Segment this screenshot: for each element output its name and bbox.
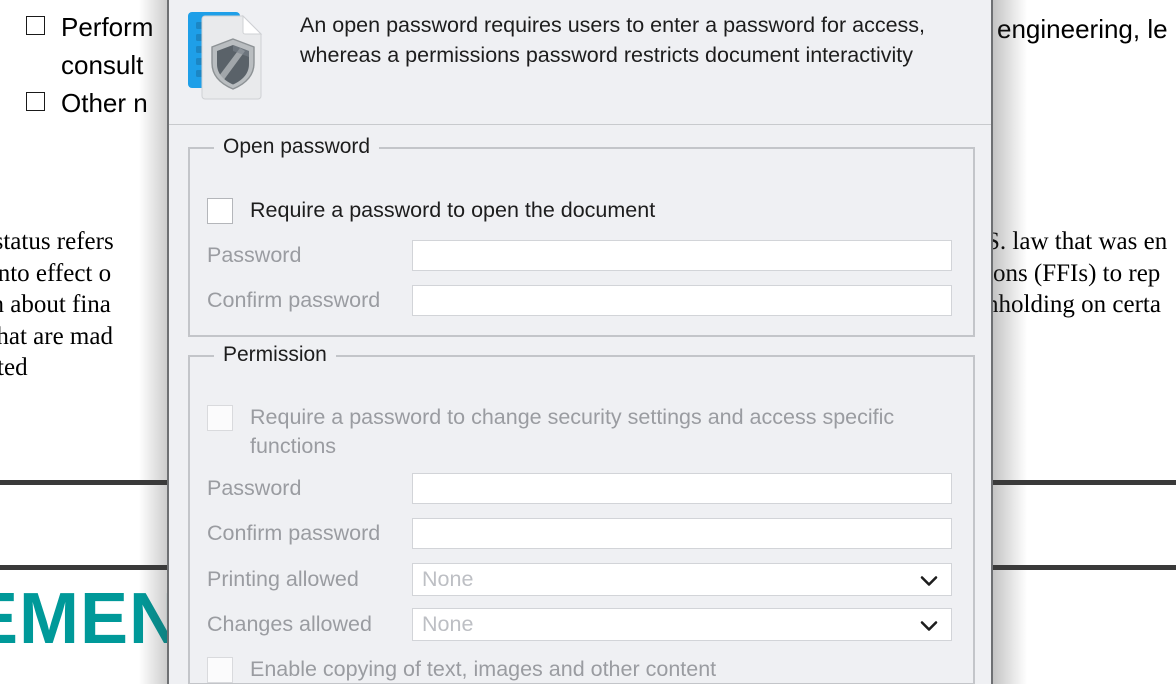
list-item-label: Perform [61,12,154,42]
permission-password-label: Password [207,476,302,500]
open-confirm-password-label: Confirm password [207,288,381,312]
dialog-description: An open password requires users to enter… [300,13,926,67]
document-line: ation about fina [0,291,111,318]
document-checkbox-icon [26,92,45,111]
document-line: nts that are mad [0,322,113,350]
printing-allowed-value: None [422,567,474,591]
document-line: ions (FFIs) to rep [986,259,1161,287]
document-line: CA status refers [0,228,114,255]
document-line: S. law that was en [986,228,1168,255]
list-item: Perform [26,8,153,46]
changes-allowed-select[interactable]: None [412,608,952,641]
screen: Perform consult Other n engineering, le … [0,0,1176,684]
document-top-right-text: engineering, le [997,14,1168,44]
siemens-logo: EMEN [0,579,183,659]
enable-copying-checkbox-row[interactable]: Enable copying of text, images and other… [207,655,907,684]
enable-copying-label: Enable copying of text, images and other… [250,657,717,681]
document-line: hholding on certa [986,291,1161,318]
open-password-input[interactable] [412,240,952,271]
require-permission-password-label: Require a password to change security se… [250,405,895,458]
open-confirm-password-input[interactable] [412,285,952,316]
printing-allowed-select[interactable]: None [412,563,952,596]
document-line: ent into effect o [0,259,112,287]
permission-confirm-password-input[interactable] [412,518,952,549]
list-item-label: consult [61,50,144,80]
document-line: stricted [0,354,28,381]
require-open-password-checkbox-row[interactable]: Require a password to open the document [207,196,937,225]
require-permission-password-checkbox[interactable] [207,405,233,431]
changes-allowed-value: None [422,612,474,636]
secure-document-shield-icon [183,6,273,104]
permission-confirm-password-label: Confirm password [207,521,381,545]
changes-allowed-row: Changes allowed None [207,608,953,641]
open-password-label: Password [207,243,302,267]
printing-allowed-label: Printing allowed [207,567,359,591]
list-item: Other n [26,84,153,122]
document-checklist: Perform consult Other n [26,8,153,122]
open-password-group-legend: Open password [214,135,380,159]
list-item: consult [26,46,153,84]
changes-allowed-label: Changes allowed [207,612,372,636]
open-password-field-row: Password [207,240,953,271]
open-confirm-password-field-row: Confirm password [207,285,953,316]
permission-confirm-password-field-row: Confirm password [207,518,953,549]
security-settings-dialog: An open password requires users to enter… [167,0,993,684]
require-open-password-label: Require a password to open the document [250,198,656,222]
list-item-label: Other n [61,88,148,118]
permission-password-field-row: Password [207,473,953,504]
document-paragraph-left: CA status refers ent into effect o ation… [0,226,114,384]
chevron-down-icon [920,574,938,586]
require-permission-password-checkbox-row[interactable]: Require a password to change security se… [207,403,907,461]
document-checkbox-icon [26,16,45,35]
permission-password-input[interactable] [412,473,952,504]
document-paragraph-right: S. law that was en ions (FFIs) to rep hh… [986,226,1167,321]
chevron-down-icon [920,619,938,631]
printing-allowed-row: Printing allowed None [207,563,953,596]
dialog-header: An open password requires users to enter… [169,0,991,125]
require-open-password-checkbox[interactable] [207,198,233,224]
permission-group-legend: Permission [214,343,336,367]
enable-copying-checkbox[interactable] [207,657,233,683]
